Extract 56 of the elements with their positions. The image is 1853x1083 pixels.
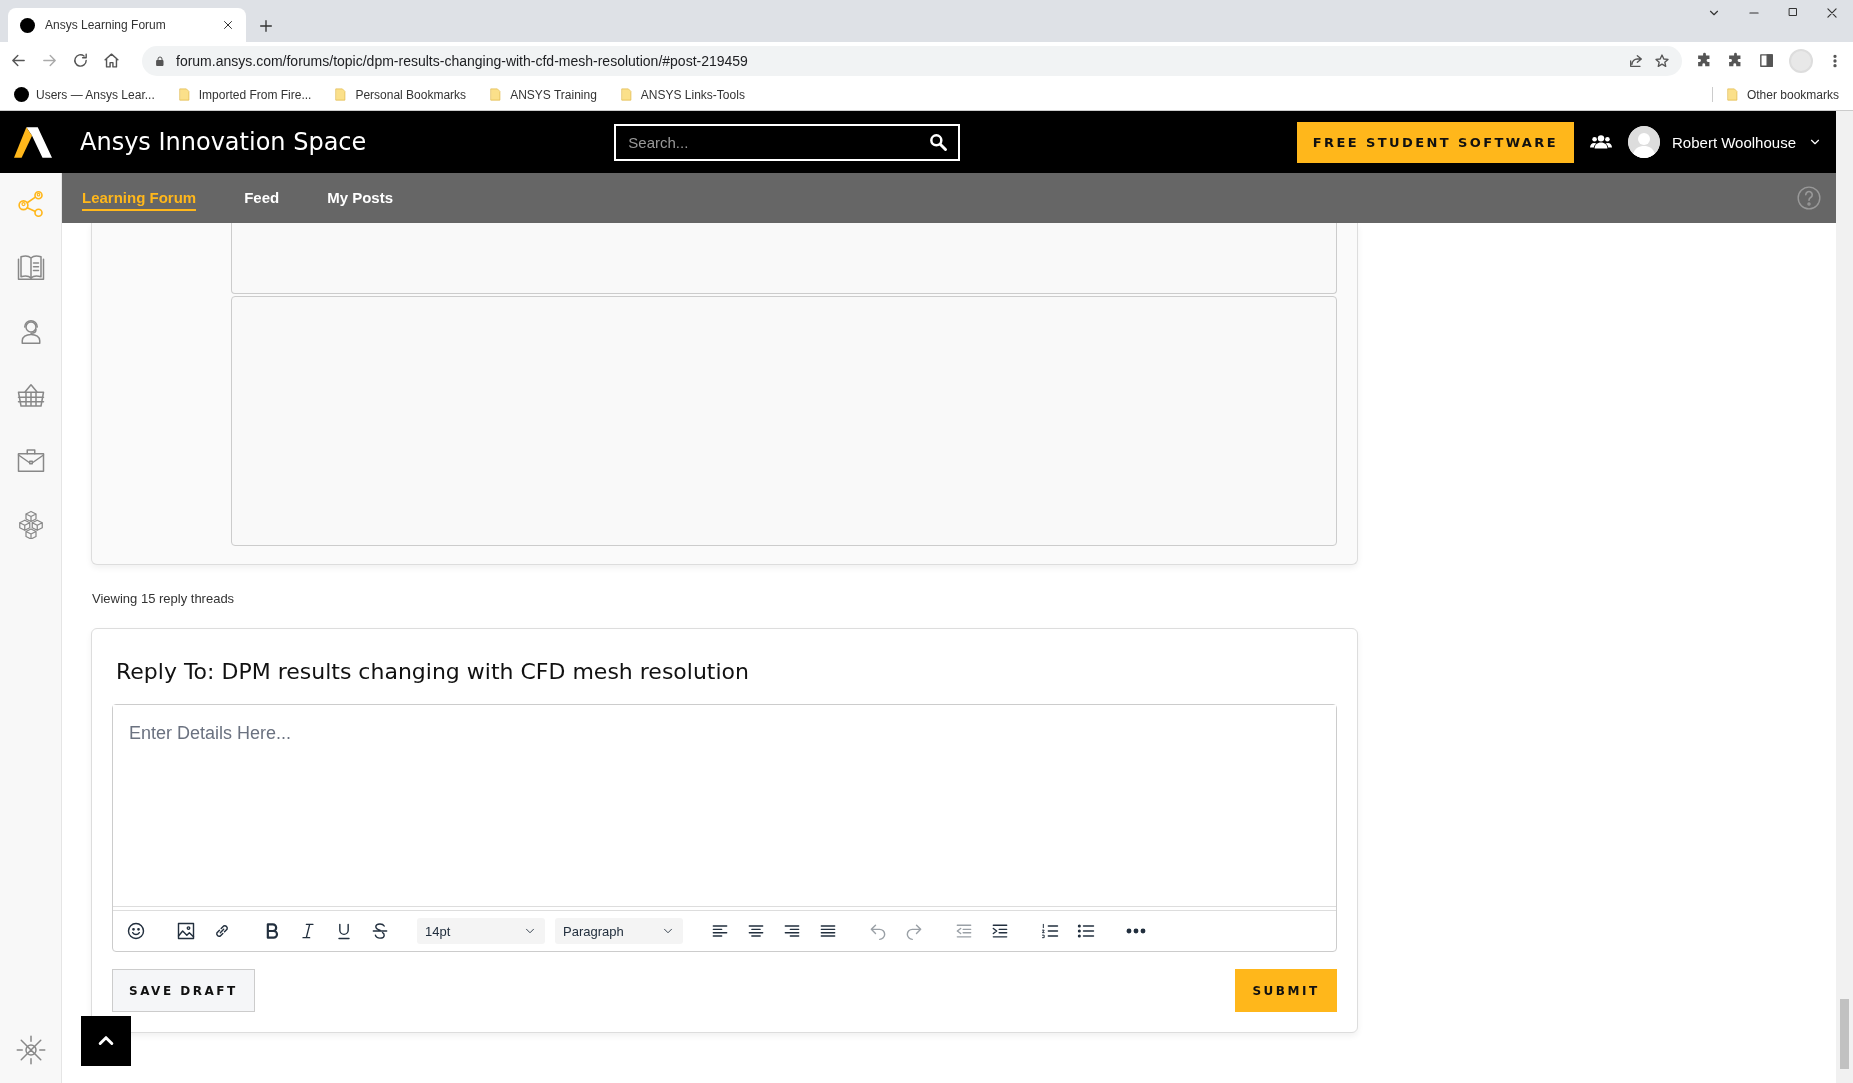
bookmark[interactable]: Users — Ansys Lear... — [14, 87, 155, 102]
side-panel-icon[interactable] — [1758, 52, 1775, 69]
address-bar[interactable]: forum.ansys.com/forums/topic/dpm-results-changing-with-cfd-mesh-resolution/#post-219459 — [142, 45, 1682, 76]
submit-button[interactable]: SUBMIT — [1235, 969, 1337, 1012]
reload-icon[interactable] — [72, 52, 89, 69]
dropdown[interactable]: Paragraph — [555, 918, 683, 944]
folder-icon — [618, 87, 634, 102]
back-icon[interactable] — [10, 52, 27, 69]
search-input[interactable]: Search... — [626, 132, 921, 152]
bookmark[interactable]: Other bookmarks — [1711, 87, 1839, 102]
nav-tab[interactable]: My Posts — [327, 185, 394, 211]
book-icon[interactable] — [15, 253, 46, 283]
site-title: Ansys Innovation Space — [80, 128, 367, 156]
redo-icon — [904, 921, 924, 941]
close-icon — [222, 19, 234, 31]
star-icon — [1654, 52, 1670, 69]
save-draft-button[interactable]: SAVE DRAFT — [112, 969, 255, 1012]
details-input-field[interactable]: Enter Details Here... — [113, 705, 1336, 907]
search-icon[interactable] — [928, 132, 949, 152]
undo-icon — [868, 921, 888, 941]
emoji-icon — [126, 921, 146, 941]
folder-icon — [1724, 87, 1740, 102]
avatar-icon — [1628, 126, 1661, 158]
site-logo-icon — [20, 17, 35, 33]
more-icon — [1126, 928, 1146, 934]
bookmark[interactable]: Imported From Fire... — [176, 87, 312, 102]
folder-icon — [333, 87, 349, 102]
nav-tab[interactable]: Feed — [244, 185, 280, 211]
image-icon — [176, 921, 196, 941]
site-logo-icon — [14, 87, 29, 102]
reply-count-text: Viewing 15 reply threads — [92, 591, 236, 606]
dropdown[interactable]: 14pt — [417, 918, 545, 944]
browser-tab[interactable]: Ansys Learning Forum — [8, 8, 246, 42]
bookmark[interactable]: ANSYS Links-Tools — [618, 87, 745, 102]
strikethrough-icon — [370, 921, 390, 941]
bookmark[interactable]: ANSYS Training — [488, 87, 597, 102]
outdent-icon — [954, 921, 974, 941]
numbered-list-icon — [1040, 921, 1060, 941]
user-menu[interactable]: Robert Woolhouse — [1628, 126, 1822, 158]
text-editor[interactable]: Enter Details Here... 14pt Paragraph — [112, 704, 1337, 952]
folder-icon — [488, 87, 504, 102]
new-tab-icon[interactable] — [258, 18, 274, 34]
free-student-software-button[interactable]: FREE STUDENT SOFTWARE — [1296, 121, 1575, 163]
logo-icon — [14, 126, 52, 158]
back-to-top-button[interactable] — [81, 1016, 131, 1066]
search-field[interactable]: Search... — [614, 123, 961, 161]
scrollbar[interactable] — [1836, 111, 1853, 1083]
indent-icon — [990, 921, 1010, 941]
close-icon[interactable] — [1825, 6, 1839, 20]
maximize-icon[interactable] — [1787, 6, 1799, 18]
reply-title: Reply To: DPM results changing with CFD mesh resolution — [116, 659, 750, 684]
bookmark[interactable]: Personal Bookmarks — [333, 87, 467, 102]
lock-icon — [154, 54, 166, 67]
home-icon[interactable] — [103, 52, 120, 69]
share-icon — [1628, 52, 1644, 69]
folder-icon — [176, 87, 192, 102]
